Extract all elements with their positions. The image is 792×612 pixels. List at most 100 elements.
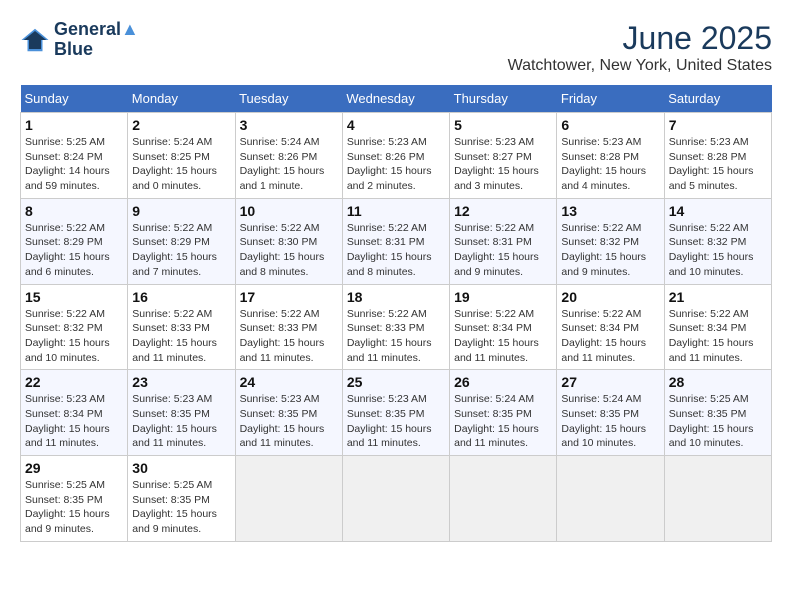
table-row: 4Sunrise: 5:23 AMSunset: 8:26 PMDaylight… — [342, 113, 449, 199]
table-row: 25 Sunrise: 5:23 AMSunset: 8:35 PMDayligh… — [342, 370, 449, 456]
day-number: 17 — [240, 289, 338, 305]
table-row — [342, 456, 449, 542]
table-row: 7 Sunrise: 5:23 AMSunset: 8:28 PMDaylight… — [664, 113, 771, 199]
logo-icon — [20, 25, 50, 55]
table-row: 13 Sunrise: 5:22 AMSunset: 8:32 PMDayligh… — [557, 198, 664, 284]
day-info: Sunrise: 5:22 AMSunset: 8:33 PMDaylight:… — [347, 307, 445, 366]
day-number: 29 — [25, 460, 123, 476]
table-row: 28 Sunrise: 5:25 AMSunset: 8:35 PMDayligh… — [664, 370, 771, 456]
day-number: 10 — [240, 203, 338, 219]
day-info: Sunrise: 5:24 AMSunset: 8:26 PMDaylight:… — [240, 135, 338, 194]
day-info: Sunrise: 5:25 AMSunset: 8:35 PMDaylight:… — [669, 392, 767, 451]
table-row: 29Sunrise: 5:25 AMSunset: 8:35 PMDayligh… — [21, 456, 128, 542]
day-number: 30 — [132, 460, 230, 476]
day-number: 9 — [132, 203, 230, 219]
day-info: Sunrise: 5:22 AMSunset: 8:33 PMDaylight:… — [132, 307, 230, 366]
table-row: 10 Sunrise: 5:22 AMSunset: 8:30 PMDayligh… — [235, 198, 342, 284]
table-row: 23 Sunrise: 5:23 AMSunset: 8:35 PMDayligh… — [128, 370, 235, 456]
table-row: 24Sunrise: 5:23 AMSunset: 8:35 PMDayligh… — [235, 370, 342, 456]
header-sunday: Sunday — [21, 85, 128, 113]
calendar-table: Sunday Monday Tuesday Wednesday Thursday… — [20, 85, 772, 542]
table-row — [557, 456, 664, 542]
day-info: Sunrise: 5:22 AMSunset: 8:29 PMDaylight:… — [132, 221, 230, 280]
day-info: Sunrise: 5:25 AMSunset: 8:24 PMDaylight:… — [25, 135, 123, 194]
day-number: 27 — [561, 374, 659, 390]
calendar-header-row: Sunday Monday Tuesday Wednesday Thursday… — [21, 85, 772, 113]
table-row: 27 Sunrise: 5:24 AMSunset: 8:35 PMDayligh… — [557, 370, 664, 456]
title-section: June 2025 Watchtower, New York, United S… — [508, 20, 772, 75]
table-row: 11 Sunrise: 5:22 AMSunset: 8:31 PMDayligh… — [342, 198, 449, 284]
day-info: Sunrise: 5:23 AMSunset: 8:34 PMDaylight:… — [25, 392, 123, 451]
day-number: 2 — [132, 117, 230, 133]
header-thursday: Thursday — [450, 85, 557, 113]
day-info: Sunrise: 5:25 AMSunset: 8:35 PMDaylight:… — [132, 478, 230, 537]
day-info: Sunrise: 5:22 AMSunset: 8:30 PMDaylight:… — [240, 221, 338, 280]
header-friday: Friday — [557, 85, 664, 113]
day-number: 8 — [25, 203, 123, 219]
day-number: 20 — [561, 289, 659, 305]
table-row: 9 Sunrise: 5:22 AMSunset: 8:29 PMDaylight… — [128, 198, 235, 284]
header-monday: Monday — [128, 85, 235, 113]
day-number: 18 — [347, 289, 445, 305]
day-number: 28 — [669, 374, 767, 390]
day-info: Sunrise: 5:22 AMSunset: 8:34 PMDaylight:… — [561, 307, 659, 366]
day-info: Sunrise: 5:22 AMSunset: 8:29 PMDaylight:… — [25, 221, 123, 280]
day-info: Sunrise: 5:22 AMSunset: 8:31 PMDaylight:… — [454, 221, 552, 280]
table-row: 5 Sunrise: 5:23 AMSunset: 8:27 PMDaylight… — [450, 113, 557, 199]
day-info: Sunrise: 5:24 AMSunset: 8:35 PMDaylight:… — [561, 392, 659, 451]
day-info: Sunrise: 5:24 AMSunset: 8:35 PMDaylight:… — [454, 392, 552, 451]
day-number: 7 — [669, 117, 767, 133]
day-info: Sunrise: 5:22 AMSunset: 8:34 PMDaylight:… — [454, 307, 552, 366]
day-number: 26 — [454, 374, 552, 390]
logo: General▲ Blue — [20, 20, 139, 60]
calendar-title: June 2025 — [508, 20, 772, 57]
day-number: 13 — [561, 203, 659, 219]
day-info: Sunrise: 5:23 AMSunset: 8:35 PMDaylight:… — [240, 392, 338, 451]
calendar-subtitle: Watchtower, New York, United States — [508, 57, 772, 75]
day-number: 23 — [132, 374, 230, 390]
day-number: 1 — [25, 117, 123, 133]
table-row: 1 Sunrise: 5:25 AMSunset: 8:24 PMDaylight… — [21, 113, 128, 199]
table-row: 20 Sunrise: 5:22 AMSunset: 8:34 PMDayligh… — [557, 284, 664, 370]
header-wednesday: Wednesday — [342, 85, 449, 113]
table-row: 19Sunrise: 5:22 AMSunset: 8:34 PMDayligh… — [450, 284, 557, 370]
calendar-week-row: 1 Sunrise: 5:25 AMSunset: 8:24 PMDaylight… — [21, 113, 772, 199]
day-number: 5 — [454, 117, 552, 133]
day-info: Sunrise: 5:23 AMSunset: 8:28 PMDaylight:… — [669, 135, 767, 194]
table-row — [664, 456, 771, 542]
header: General▲ Blue June 2025 Watchtower, New … — [20, 20, 772, 75]
table-row: 21 Sunrise: 5:22 AMSunset: 8:34 PMDayligh… — [664, 284, 771, 370]
day-number: 3 — [240, 117, 338, 133]
calendar-week-row: 29 Sunrise: 5:25 AMSunset: 8:35 PMDayligh… — [21, 456, 772, 542]
table-row: 26 Sunrise: 5:24 AMSunset: 8:35 PMDayligh… — [450, 370, 557, 456]
calendar-week-row: 15 Sunrise: 5:22 AMSunset: 8:32 PMDayligh… — [21, 284, 772, 370]
day-number: 22 — [25, 374, 123, 390]
table-row: 18 Sunrise: 5:22 AMSunset: 8:33 PMDayligh… — [342, 284, 449, 370]
calendar-week-row: 22 Sunrise: 5:23 AMSunset: 8:34 PMDayligh… — [21, 370, 772, 456]
table-row: 15 Sunrise: 5:22 AMSunset: 8:32 PMDayligh… — [21, 284, 128, 370]
day-info: Sunrise: 5:23 AMSunset: 8:35 PMDaylight:… — [347, 392, 445, 451]
day-info: Sunrise: 5:22 AMSunset: 8:32 PMDaylight:… — [25, 307, 123, 366]
day-number: 11 — [347, 203, 445, 219]
table-row: 12 Sunrise: 5:22 AMSunset: 8:31 PMDayligh… — [450, 198, 557, 284]
table-row: 30 Sunrise: 5:25 AMSunset: 8:35 PMDayligh… — [128, 456, 235, 542]
day-info: Sunrise: 5:23 AMSunset: 8:35 PMDaylight:… — [132, 392, 230, 451]
table-row — [450, 456, 557, 542]
calendar-week-row: 8 Sunrise: 5:22 AMSunset: 8:29 PMDaylight… — [21, 198, 772, 284]
day-number: 14 — [669, 203, 767, 219]
day-info: Sunrise: 5:23 AMSunset: 8:27 PMDaylight:… — [454, 135, 552, 194]
day-number: 4 — [347, 117, 445, 133]
table-row: 6Sunrise: 5:23 AMSunset: 8:28 PMDaylight… — [557, 113, 664, 199]
day-number: 25 — [347, 374, 445, 390]
day-number: 21 — [669, 289, 767, 305]
day-number: 12 — [454, 203, 552, 219]
day-info: Sunrise: 5:22 AMSunset: 8:32 PMDaylight:… — [561, 221, 659, 280]
table-row: 8 Sunrise: 5:22 AMSunset: 8:29 PMDaylight… — [21, 198, 128, 284]
table-row: 17Sunrise: 5:22 AMSunset: 8:33 PMDayligh… — [235, 284, 342, 370]
day-number: 15 — [25, 289, 123, 305]
logo-text: General▲ Blue — [54, 20, 139, 60]
table-row — [235, 456, 342, 542]
day-info: Sunrise: 5:22 AMSunset: 8:34 PMDaylight:… — [669, 307, 767, 366]
day-info: Sunrise: 5:22 AMSunset: 8:31 PMDaylight:… — [347, 221, 445, 280]
table-row: 14Sunrise: 5:22 AMSunset: 8:32 PMDayligh… — [664, 198, 771, 284]
